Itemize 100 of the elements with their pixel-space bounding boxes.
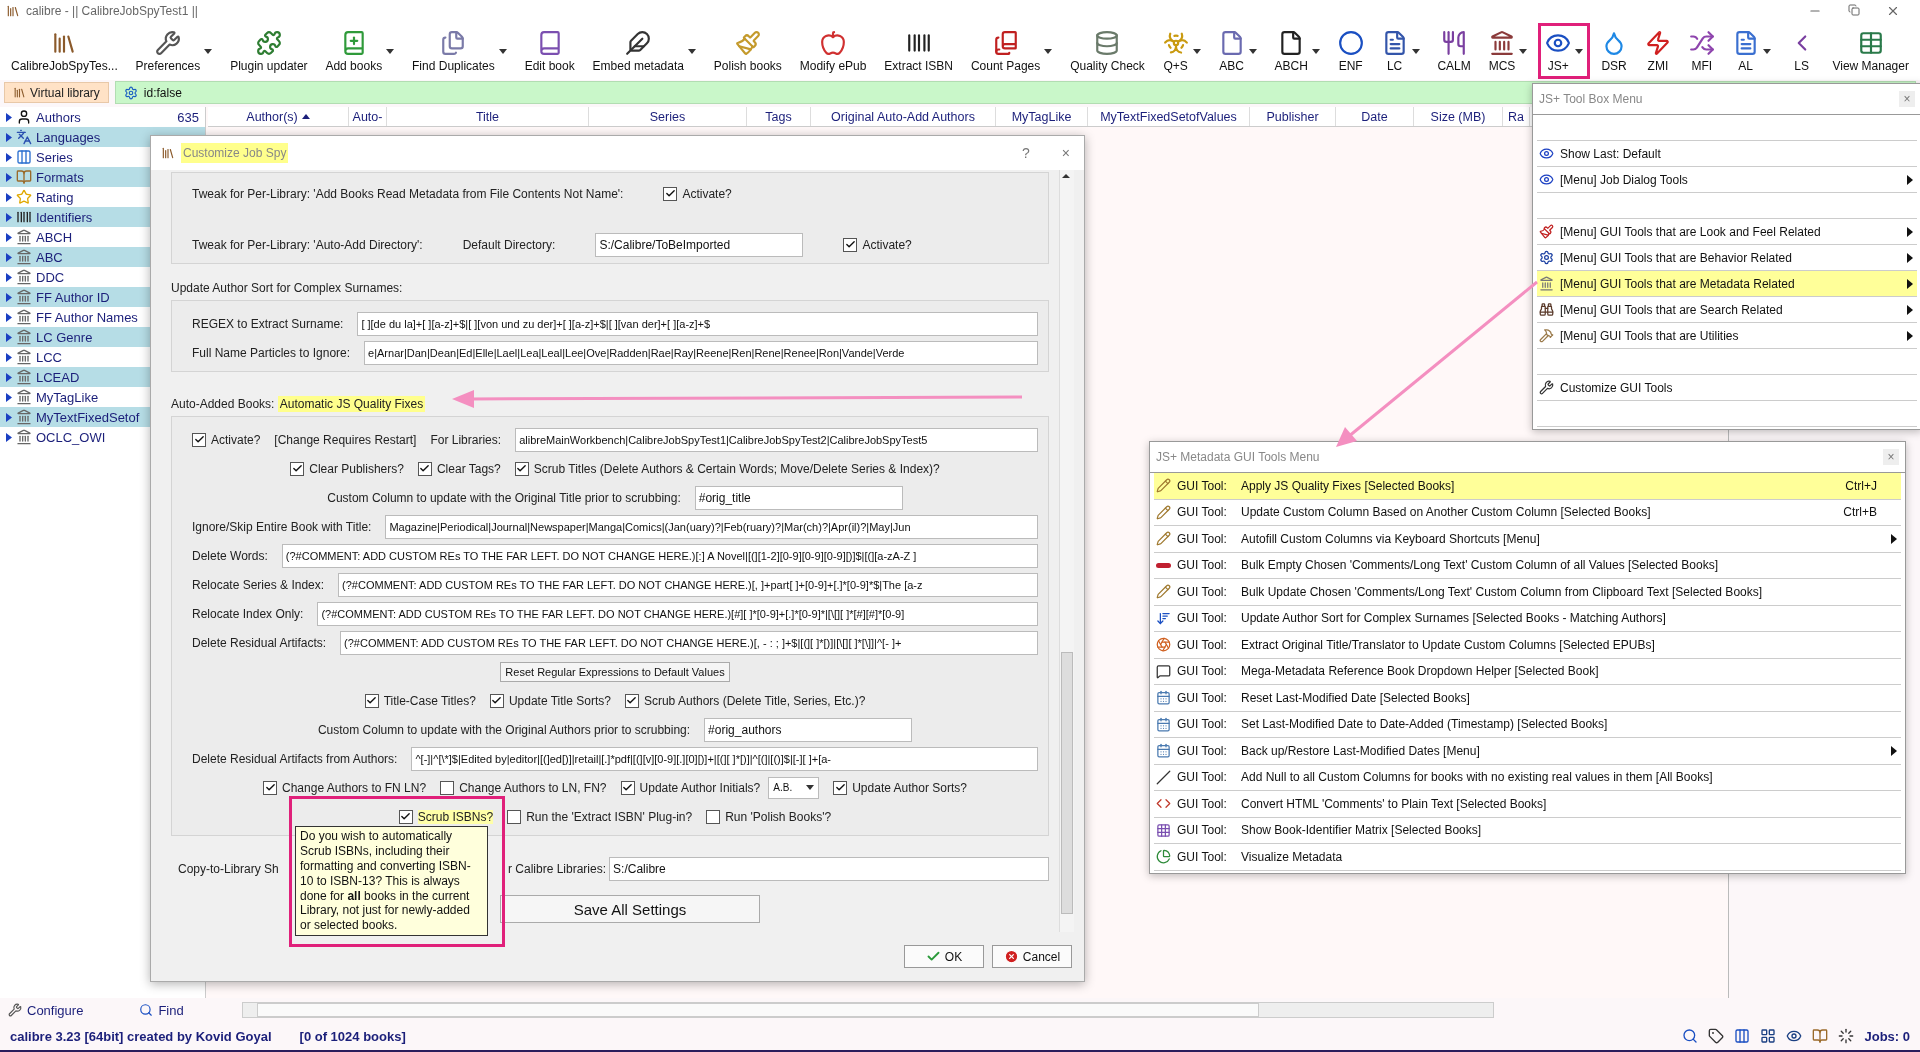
text-field[interactable]: (?#COMMENT: ADD CUSTOM REs TO THE FAR LEFT. DO NOT CHANGE HERE.)[:] A Novel|[(][1-2][0-9][0-9][0-9][)]$|[(][a-zA-Z ] [281,543,1038,568]
menu-item[interactable]: [Menu] Job Dialog Tools [1537,167,1917,193]
menu-item[interactable]: [Menu] GUI Tools that are Look and Feel Related [1537,219,1917,245]
toolbar-button[interactable]: CALM [1430,23,1478,79]
checkbox[interactable] [398,809,413,824]
menu-item[interactable]: Customize GUI Tools [1537,375,1917,401]
checkbox[interactable] [833,780,848,795]
column-header[interactable]: Ra [1503,107,1530,126]
text-field[interactable]: e|Arnar|Dan|Dean|Ed|Elle|Lael|Lea|Leal|Lee|Ove|Radden|Rae|Ray|Reene|Ren|Rene|Renee|Ron|Vande|Verde [364,340,1038,365]
toolbar-button[interactable]: Q+S [1155,23,1208,79]
toolbar-button[interactable]: DSR [1594,23,1635,79]
menu-item[interactable]: GUI Tool: Reset Last-Modified Date [Selected Books] [1154,685,1901,712]
help-button[interactable]: ? [1018,145,1034,161]
tag-category[interactable]: ABC [36,249,63,265]
tag-category[interactable]: MyTagLike [36,389,99,405]
column-header[interactable]: Original Auto-Add Authors [811,107,996,126]
cancel-button[interactable]: Cancel [992,945,1072,968]
configure-button[interactable]: Configure [0,999,92,1021]
close-button[interactable]: × [1899,91,1915,107]
column-header[interactable]: Author(s) [208,107,349,126]
toolbar-button[interactable]: MFI [1681,23,1722,79]
checkbox[interactable] [417,461,432,476]
toolbar-button[interactable]: AL [1725,23,1778,79]
column-header[interactable]: Title [387,107,589,126]
menu-item[interactable]: GUI Tool: Mega-Metadata Reference Book Dropdown Helper [Selected Book] [1154,658,1901,685]
tag-category[interactable]: LCEAD [36,369,80,385]
column-header[interactable]: MyTextFixedSetofValues [1088,107,1250,126]
menu-item[interactable]: GUI Tool: Update Custom Column Based on Another Custom Column [Selected Books] Ctrl+B [1154,499,1901,526]
checkbox[interactable] [514,461,529,476]
text-field[interactable]: alibreMainWorkbench|CalibreJobSpyTest1|CalibreJobSpyTest2|CalibreJobSpyTest5 [515,427,1038,452]
tag-icon[interactable] [1708,1028,1725,1044]
text-field[interactable]: (?#COMMENT: ADD CUSTOM REs TO THE FAR LEFT. DO NOT CHANGE HERE.)[, ]+part[ ]+[0-9]+[.]*[0-9]*$|The [a-z [338,572,1038,597]
menu-item[interactable]: GUI Tool: Show Book-Identifier Matrix [Selected Books] [1154,817,1901,844]
search-icon[interactable] [1682,1028,1699,1044]
toolbar-button[interactable]: MCS [1481,23,1535,79]
checkbox[interactable] [192,432,206,447]
checkbox[interactable] [507,809,522,824]
menu-item[interactable]: GUI Tool: Bulk Update Chosen 'Comments/Long Text' Custom Column from Clipboard Text [Selected Books] [1154,579,1901,606]
column-header[interactable]: Size (MB) [1414,107,1503,126]
vertical-scrollbar[interactable] [1059,170,1074,932]
virtual-library-button[interactable]: Virtual library [4,82,109,103]
toolbar-button[interactable]: LS [1781,23,1822,79]
text-field[interactable]: #orig_authors [704,717,913,742]
column-header[interactable]: Auto- [349,107,387,126]
toolbar-button[interactable]: JS+ [1538,23,1591,79]
text-field[interactable]: ^[-]|^[\*]$|Edited by|editor|[(]ed[)]|retail|[.]*pdf|[(][v][0-9][.][0][)]+|[(][ ]*[)]|^[(]|[()]$|[-][ ]+[a- [411,746,1038,771]
menu-item[interactable]: GUI Tool: Convert HTML 'Comments' to Plain Text [Selected Books] [1154,791,1901,818]
toolbar-button[interactable]: View Manager [1825,23,1916,79]
tag-category[interactable]: Series [36,149,73,165]
tag-category[interactable]: Authors [36,109,81,125]
toolbar-button[interactable]: Embed metadata [585,23,703,79]
text-field[interactable]: Magazine|Periodical|Journal|Newspaper|Manga|Comics|(Jan(uary)?|Feb(ruary)?|Mar(ch)?|Apr(il)?|May|Jun [385,514,1038,539]
close-button[interactable]: × [1057,145,1074,161]
save-button[interactable]: Save All Settings [500,895,760,923]
tag-category[interactable]: ABCH [36,229,73,245]
eye-icon[interactable] [1786,1028,1803,1044]
tag-category[interactable]: FF Author Names [36,309,138,325]
column-header[interactable]: Series [589,107,747,126]
toolbar-button[interactable]: Edit book [517,23,582,79]
book-icon[interactable] [1812,1028,1829,1044]
column-header[interactable]: Tags [747,107,811,126]
tag-category[interactable]: DDC [36,269,65,285]
text-field[interactable]: (?#COMMENT: ADD CUSTOM REs TO THE FAR LEFT. DO NOT CHANGE HERE.)[, - : ; ]+$|[(][ ]*[)]|[\[][ ]*[\]]|^[- ]+ [340,630,1038,655]
checkbox[interactable] [620,780,635,795]
text-field[interactable]: (?#COMMENT: ADD CUSTOM REs TO THE FAR LEFT. DO NOT CHANGE HERE.)[#][ ]*[0-9]+[.]*[0-9]*|[\[][ ]*[#][#]*[0-9] [317,601,1038,626]
checkbox[interactable] [843,237,858,252]
jobs-count[interactable]: Jobs: 0 [1864,1028,1910,1044]
tag-category[interactable]: OCLC_OWI [36,429,106,445]
column-header[interactable]: MyTagLike [996,107,1088,126]
text-field[interactable]: #orig_title [694,485,903,510]
menu-item[interactable]: GUI Tool: Extract Original Title/Translator to Update Custom Columns [Selected EPUBs] [1154,632,1901,659]
menu-item[interactable]: GUI Tool: Back up/Restore Last-Modified Dates [Menu] [1154,738,1901,765]
column-header[interactable]: Publisher [1250,107,1336,126]
tag-category[interactable]: Formats [36,169,84,185]
find-button[interactable]: Find [131,999,192,1021]
checkbox[interactable] [706,809,721,824]
toolbar-button[interactable]: Plugin updater [223,23,315,79]
text-field[interactable]: S:/Calibre [609,856,1049,881]
checkbox[interactable] [663,186,678,201]
checkbox[interactable] [290,461,305,476]
checkbox[interactable] [263,780,278,795]
toolbar-button[interactable]: Extract ISBN [877,23,960,79]
tag-category[interactable]: Rating [36,189,74,205]
menu-item[interactable]: Show Last: Default [1537,141,1917,167]
dropdown[interactable]: A.B. [768,776,820,799]
toolbar-button[interactable]: ABC [1211,23,1264,79]
menu-item[interactable]: GUI Tool: Autofill Custom Columns via Keyboard Shortcuts [Menu] [1154,526,1901,553]
menu-item[interactable]: [Menu] GUI Tools that are Search Related [1537,297,1917,323]
menu-item[interactable]: GUI Tool: Set Last-Modified Date to Date-Added (Timestamp) [Selected Books] [1154,711,1901,738]
menu-item[interactable]: [Menu] GUI Tools that are Metadata Related [1537,271,1917,297]
menu-item[interactable]: [Menu] GUI Tools that are Utilities [1537,323,1917,349]
menu-item[interactable]: GUI Tool: Update Author Sort for Complex Surnames [Selected Books - Matching Authors] [1154,605,1901,632]
reset-button[interactable]: Reset Regular Expressions to Default Values [500,661,730,682]
menu-item[interactable]: GUI Tool: Visualize Metadata [1154,844,1901,871]
checkbox[interactable] [364,693,379,708]
close-button[interactable]: × [1883,449,1899,465]
tag-category[interactable]: LCC [36,349,62,365]
toolbar-button[interactable]: Count Pages [963,23,1060,79]
horizontal-scrollbar[interactable] [241,1002,1494,1018]
toolbar-button[interactable]: Modify ePub [792,23,874,79]
